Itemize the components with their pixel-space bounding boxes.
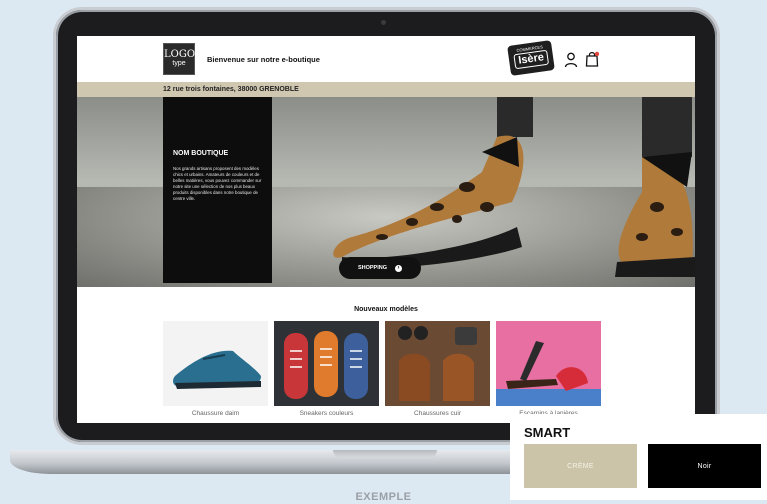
commerces-isere-badge: COMMERCES Isère xyxy=(507,40,555,76)
product-card[interactable]: Chaussure daim xyxy=(163,321,268,417)
site-header: LOGO type Bienvenue sur notre e-boutique… xyxy=(77,36,695,82)
product-label: Chaussure daim xyxy=(191,410,240,417)
product-image xyxy=(385,321,490,406)
shop-info-card: NOM BOUTIQUE Nos grands artisans propose… xyxy=(163,97,272,283)
address-bar: 12 rue trois fontaines, 38000 GRENOBLE xyxy=(77,82,695,97)
user-icon[interactable] xyxy=(564,52,578,68)
new-models-title: Nouveaux modèles xyxy=(354,306,418,313)
hero-banner: NOM BOUTIQUE Nos grands artisans propose… xyxy=(77,97,695,287)
swatch-noir[interactable]: Noir xyxy=(648,444,761,488)
shop-address: 12 rue trois fontaines, 38000 GRENOBLE xyxy=(163,86,299,93)
product-image xyxy=(274,321,379,406)
logo-text: LOGO xyxy=(164,49,196,60)
swatch-creme[interactable]: CRÈME xyxy=(524,444,637,488)
swatch-creme-label: CRÈME xyxy=(567,462,594,470)
shopping-button[interactable]: SHOPPING › xyxy=(339,257,421,279)
laptop-notch xyxy=(333,450,437,458)
product-card[interactable]: Chaussures cuir xyxy=(385,321,490,417)
arrow-right-icon: › xyxy=(395,264,403,272)
shop-description: Nos grands artisans proposent des modèle… xyxy=(173,166,262,201)
shop-name: NOM BOUTIQUE xyxy=(173,150,229,157)
shopping-button-label: SHOPPING xyxy=(357,265,388,271)
logo-subtext: type xyxy=(172,60,186,67)
camera-dot xyxy=(381,20,386,25)
theme-selector: SMART CRÈME Noir xyxy=(510,414,767,500)
site-logo[interactable]: LOGO type xyxy=(163,43,195,75)
product-label: Chaussures cuir xyxy=(414,410,461,417)
shopping-bag-icon[interactable] xyxy=(585,51,599,67)
product-image xyxy=(496,321,601,406)
site-title: Bienvenue sur notre e-boutique xyxy=(207,55,320,64)
swatch-noir-label: Noir xyxy=(697,462,712,470)
product-card[interactable]: Escarpins à lanières xyxy=(496,321,601,417)
product-card[interactable]: Sneakers couleurs xyxy=(274,321,379,417)
theme-title: SMART xyxy=(524,425,571,440)
product-image xyxy=(163,321,268,406)
product-label: Sneakers couleurs xyxy=(299,410,354,417)
laptop-screen: LOGO type Bienvenue sur notre e-boutique… xyxy=(77,36,695,423)
